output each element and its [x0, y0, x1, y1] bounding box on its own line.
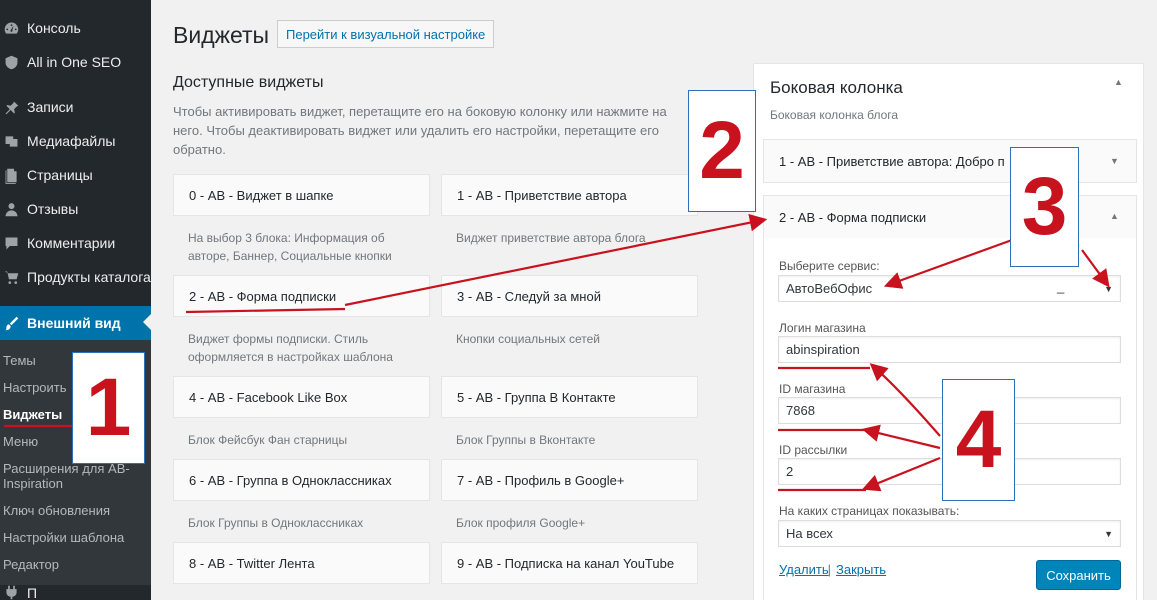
widget-description: Блок Группы в Вконтакте: [456, 433, 596, 447]
sidebar-item-label: П: [27, 585, 38, 600]
media-icon: [0, 132, 22, 150]
widget-item[interactable]: 9 - АВ - Подписка на канал YouTube: [441, 542, 698, 584]
widget-title: 1 - АВ - Приветствие автора: [779, 153, 949, 169]
annotation-3: 3: [1010, 147, 1079, 267]
available-widgets-title: Доступные виджеты: [173, 74, 324, 91]
widget-title: 7 - АВ - Профиль в Google+: [457, 472, 625, 488]
widget-item[interactable]: 6 - АВ - Группа в Одноклассниках: [173, 459, 430, 501]
login-label: Логин магазина: [779, 321, 866, 335]
plugin-icon: [0, 585, 22, 600]
annotation-1: 1: [72, 352, 145, 464]
sidebar-item-console[interactable]: Консоль: [0, 12, 151, 44]
collapse-caret-icon[interactable]: ▲: [1110, 211, 1119, 221]
sidebar-area-title[interactable]: Боковая колонка: [770, 78, 903, 98]
submenu-editor[interactable]: Редактор: [3, 557, 148, 572]
widget-title: 1 - АВ - Приветствие автора: [457, 187, 627, 203]
widget-item[interactable]: 4 - АВ - Facebook Like Box: [173, 376, 430, 418]
sidebar-item-label: Внешний вид: [27, 315, 121, 331]
sidebar-widget-subscribe[interactable]: 2 - АВ - Форма подписки: [763, 195, 1137, 239]
sidebar-item-media[interactable]: Медиафайлы: [0, 125, 151, 157]
shield-icon: [0, 53, 22, 71]
widget-title: 2 - АВ - Форма подписки: [779, 209, 927, 225]
delete-link[interactable]: Удалить: [779, 562, 829, 577]
pages-select[interactable]: На всех ▼: [778, 520, 1121, 547]
widget-description: Виджет приветствие автора блога: [456, 231, 646, 245]
link-separator: |: [824, 562, 835, 577]
widget-title: 3 - АВ - Следуй за мной: [457, 288, 601, 304]
sidebar-area-description: Боковая колонка блога: [770, 108, 899, 122]
sidebar-item-label: All in One SEO: [27, 54, 122, 70]
service-label: Выберите сервис:: [779, 259, 880, 273]
submenu-extensions[interactable]: Расширения для АВ-Inspiration: [3, 461, 148, 491]
customize-button[interactable]: Перейти к визуальной настройке: [277, 20, 495, 48]
annotation-2: 2: [688, 90, 756, 212]
sidebar-item-label: Консоль: [27, 20, 81, 36]
submenu-template-settings[interactable]: Настройки шаблона: [3, 530, 148, 545]
sidebar-item-label: Медиафайлы: [27, 133, 116, 149]
service-select[interactable]: АвтоВебОфис _ ▼: [778, 275, 1121, 302]
sidebar-item-label: Комментарии: [27, 235, 116, 251]
widget-title: 9 - АВ - Подписка на канал YouTube: [457, 555, 675, 571]
widget-description: Кнопки социальных сетей: [456, 332, 600, 346]
service-value: АвтоВебОфис: [786, 281, 873, 296]
sidebar-item-partial[interactable]: П: [0, 585, 151, 600]
widget-title: 4 - АВ - Facebook Like Box: [189, 389, 348, 405]
page-title: Виджеты: [173, 22, 270, 48]
chevron-down-icon: ▼: [1104, 529, 1113, 539]
chevron-down-icon: ▼: [1104, 284, 1113, 294]
widget-instance-title: : Добро п: [948, 153, 1005, 169]
widget-item[interactable]: 0 - АВ - Виджет в шапке: [173, 174, 430, 216]
sidebar-item-label: Продукты каталога: [27, 269, 151, 285]
shop-id-label: ID магазина: [779, 382, 846, 396]
close-link[interactable]: Закрыть: [836, 562, 886, 577]
sidebar-item-comments[interactable]: Комментарии: [0, 227, 151, 259]
comment-icon: [0, 234, 22, 252]
widget-item[interactable]: 2 - АВ - Форма подписки: [173, 275, 430, 317]
cart-icon: [0, 268, 22, 286]
person-icon: [0, 200, 22, 218]
widget-item[interactable]: 5 - АВ - Группа В Контакте: [441, 376, 698, 418]
sidebar-item-pages[interactable]: Страницы: [0, 159, 151, 191]
widget-item[interactable]: 7 - АВ - Профиль в Google+: [441, 459, 698, 501]
pages-label: На каких страницах показывать:: [779, 504, 960, 518]
widget-description: Блок Фейсбук Фан старницы: [188, 433, 348, 447]
sidebar-item-posts[interactable]: Записи: [0, 91, 151, 123]
dashboard-icon: [0, 19, 22, 37]
widget-title: 8 - АВ - Twitter Лента: [189, 555, 315, 571]
expand-caret-icon[interactable]: ▼: [1110, 156, 1119, 166]
widget-title: 0 - АВ - Виджет в шапке: [189, 187, 334, 203]
pin-icon: [0, 98, 22, 116]
submenu-update-key[interactable]: Ключ обновления: [3, 503, 148, 518]
pages-icon: [0, 166, 22, 184]
widget-description: На выбор 3 блока: Информация об авторе, …: [188, 231, 392, 263]
sidebar-item-label: Записи: [27, 99, 74, 115]
login-input[interactable]: abinspiration: [778, 336, 1121, 363]
sidebar-item-seo[interactable]: All in One SEO: [0, 46, 151, 78]
widget-description: Виджет формы подписки. Стиль оформляется…: [188, 332, 393, 364]
sidebar-item-catalog[interactable]: Продукты каталога: [0, 261, 151, 293]
widget-description: Блок профиля Google+: [456, 516, 586, 530]
widget-item[interactable]: 8 - АВ - Twitter Лента: [173, 542, 430, 584]
sidebar-item-reviews[interactable]: Отзывы: [0, 193, 151, 225]
brush-icon: [0, 314, 22, 332]
available-widgets-description: Чтобы активировать виджет, перетащите ег…: [173, 104, 667, 157]
service-extra: _: [1057, 279, 1065, 294]
save-button[interactable]: Сохранить: [1036, 560, 1121, 590]
pages-value: На всех: [786, 526, 833, 541]
annotation-4: 4: [942, 379, 1015, 501]
widget-title: 2 - АВ - Форма подписки: [189, 288, 337, 304]
mailing-id-label: ID рассылки: [779, 443, 848, 457]
sidebar-item-label: Страницы: [27, 167, 93, 183]
widget-title: 5 - АВ - Группа В Контакте: [457, 389, 616, 405]
sidebar-item-label: Отзывы: [27, 201, 79, 217]
widget-item[interactable]: 1 - АВ - Приветствие автора: [441, 174, 698, 216]
widget-title: 6 - АВ - Группа в Одноклассниках: [189, 472, 392, 488]
widget-item[interactable]: 3 - АВ - Следуй за мной: [441, 275, 698, 317]
widget-description: Блок Группы в Одноклассниках: [188, 516, 364, 530]
admin-sidebar: Консоль All in One SEO Записи Медиафайлы…: [0, 0, 151, 600]
sidebar-item-appearance[interactable]: Внешний вид: [0, 306, 151, 340]
collapse-caret-icon[interactable]: ▲: [1114, 77, 1123, 87]
sidebar-widget-greeting[interactable]: 1 - АВ - Приветствие автора: Добро п: [763, 139, 1137, 183]
